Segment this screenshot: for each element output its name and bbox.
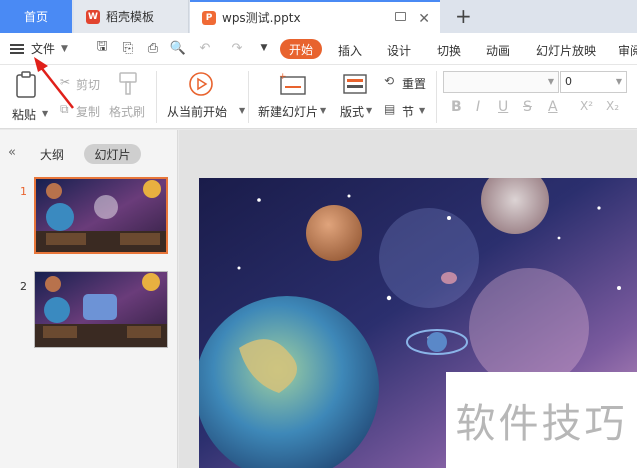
underline-button[interactable]: U <box>498 99 508 115</box>
watermark-text: 软件技巧 <box>446 372 637 468</box>
italic-button[interactable]: I <box>476 99 480 115</box>
copy-icon: ⧉ <box>60 102 69 116</box>
menu-tab-design[interactable]: 设计 <box>387 42 411 59</box>
layout-icon <box>343 74 367 94</box>
tab-home-label: 首页 <box>23 10 48 24</box>
file-menu-button[interactable]: 文件 ▼ <box>10 40 68 57</box>
from-current-slide-button[interactable]: 从当前开始 <box>167 103 227 120</box>
space-scene-thumbnail <box>36 179 166 252</box>
subscript-button[interactable]: X₂ <box>606 99 619 113</box>
save-icon[interactable]: 🖫 <box>94 39 110 56</box>
reset-icon: ⟲ <box>384 74 395 88</box>
play-from-current-icon <box>189 72 213 96</box>
format-painter-button[interactable]: 格式刷 <box>109 103 145 120</box>
slides-panel: « 大纲 幻灯片 1 2 <box>0 130 178 468</box>
reset-button[interactable]: 重置 <box>402 75 426 92</box>
tab-outline[interactable]: 大纲 <box>40 146 64 163</box>
new-tab-plus-icon[interactable]: + <box>455 4 472 28</box>
tab-home[interactable]: 首页 <box>0 0 72 33</box>
ribbon-divider <box>248 71 249 123</box>
format-painter-icon <box>119 72 137 95</box>
menu-tab-insert[interactable]: 插入 <box>338 42 362 59</box>
tab-template[interactable]: W 稻壳模板 <box>74 0 189 33</box>
collapse-panel-icon[interactable]: « <box>8 145 16 160</box>
tab-slides-label: 幻灯片 <box>94 147 131 162</box>
space-scene-thumbnail <box>35 272 167 347</box>
export-pdf-icon[interactable]: ⎘ <box>120 40 136 56</box>
font-size-value: 0 <box>565 75 572 88</box>
print-preview-icon[interactable]: 🔍 <box>170 40 186 56</box>
section-dropdown-icon: ▼ <box>419 106 426 115</box>
menu-tab-review[interactable]: 审阅 <box>618 42 637 59</box>
new-slide-dropdown-icon: ▼ <box>320 106 327 115</box>
menu-bar: 文件 ▼ 🖫 ⎘ ⎙ 🔍 ↶ ↷ ▼ 开始 插入 设计 切换 动画 幻灯片放映 … <box>0 33 637 65</box>
new-slide-button[interactable]: 新建幻灯片 <box>258 103 318 120</box>
paste-button[interactable]: 粘贴 ▼ <box>10 69 50 127</box>
tab-active-document-label: wps测试.pptx <box>222 11 301 25</box>
chevron-down-icon: ▼ <box>61 43 68 54</box>
redo-icon[interactable]: ↷ <box>229 40 245 56</box>
menu-tab-start-label: 开始 <box>288 42 313 57</box>
paste-dropdown-icon: ▼ <box>42 109 49 118</box>
strikethrough-button[interactable]: S <box>523 99 532 115</box>
clipboard-icon <box>16 71 36 98</box>
undo-icon[interactable]: ↶ <box>197 40 213 56</box>
superscript-button[interactable]: X² <box>580 99 593 113</box>
ribbon-toolbar: 粘贴 ▼ ✂ 剪切 ⧉ 复制 格式刷 从当前开始 ▼ + 新建幻灯片 ▼ 版式 … <box>0 65 637 129</box>
hamburger-menu-icon <box>10 43 24 54</box>
menu-tab-start[interactable]: 开始 <box>280 39 322 59</box>
layout-button[interactable]: 版式 <box>340 103 364 120</box>
svg-text:+: + <box>279 72 287 82</box>
font-color-button[interactable]: A <box>548 99 558 115</box>
cut-button[interactable]: 剪切 <box>76 76 100 93</box>
print-icon[interactable]: ⎙ <box>145 40 161 56</box>
bold-button[interactable]: B <box>451 99 462 115</box>
slide-number: 1 <box>20 185 27 198</box>
slide-thumbnail-2[interactable] <box>34 271 168 348</box>
restore-window-icon[interactable] <box>395 12 406 21</box>
ribbon-divider <box>156 71 157 123</box>
font-size-select[interactable]: 0 ▼ <box>560 71 627 93</box>
layout-dropdown-icon: ▼ <box>366 106 373 115</box>
copy-button[interactable]: 复制 <box>76 103 100 120</box>
tab-active-document[interactable]: P wps测试.pptx ✕ <box>190 0 440 33</box>
from-current-dropdown-icon: ▼ <box>239 106 246 115</box>
ribbon-divider <box>436 71 437 123</box>
tab-template-label: 稻壳模板 <box>106 10 155 24</box>
menu-tab-animation[interactable]: 动画 <box>486 42 510 59</box>
tab-bar: 首页 W 稻壳模板 P wps测试.pptx ✕ + <box>0 0 637 33</box>
scissors-icon: ✂ <box>60 75 71 89</box>
slide-number: 2 <box>20 280 27 293</box>
section-icon: ▤ <box>384 102 396 116</box>
chevron-down-icon: ▼ <box>615 77 622 86</box>
wps-logo-icon: W <box>86 9 100 24</box>
paste-label: 粘贴 <box>12 108 37 122</box>
menu-tab-transition[interactable]: 切换 <box>437 42 461 59</box>
menu-tab-slideshow[interactable]: 幻灯片放映 <box>536 42 596 59</box>
tab-slides[interactable]: 幻灯片 <box>84 144 141 164</box>
close-tab-icon[interactable]: ✕ <box>418 11 430 27</box>
font-name-select[interactable]: ▼ <box>443 71 559 93</box>
chevron-down-icon: ▼ <box>547 77 554 86</box>
slide-thumbnail-1[interactable] <box>34 177 168 254</box>
file-menu-label: 文件 <box>31 42 56 56</box>
customize-toolbar-chevron-icon[interactable]: ▼ <box>256 40 272 56</box>
section-button[interactable]: 节 <box>402 103 414 120</box>
new-slide-icon: + <box>279 72 306 95</box>
ppt-file-icon: P <box>202 10 216 25</box>
